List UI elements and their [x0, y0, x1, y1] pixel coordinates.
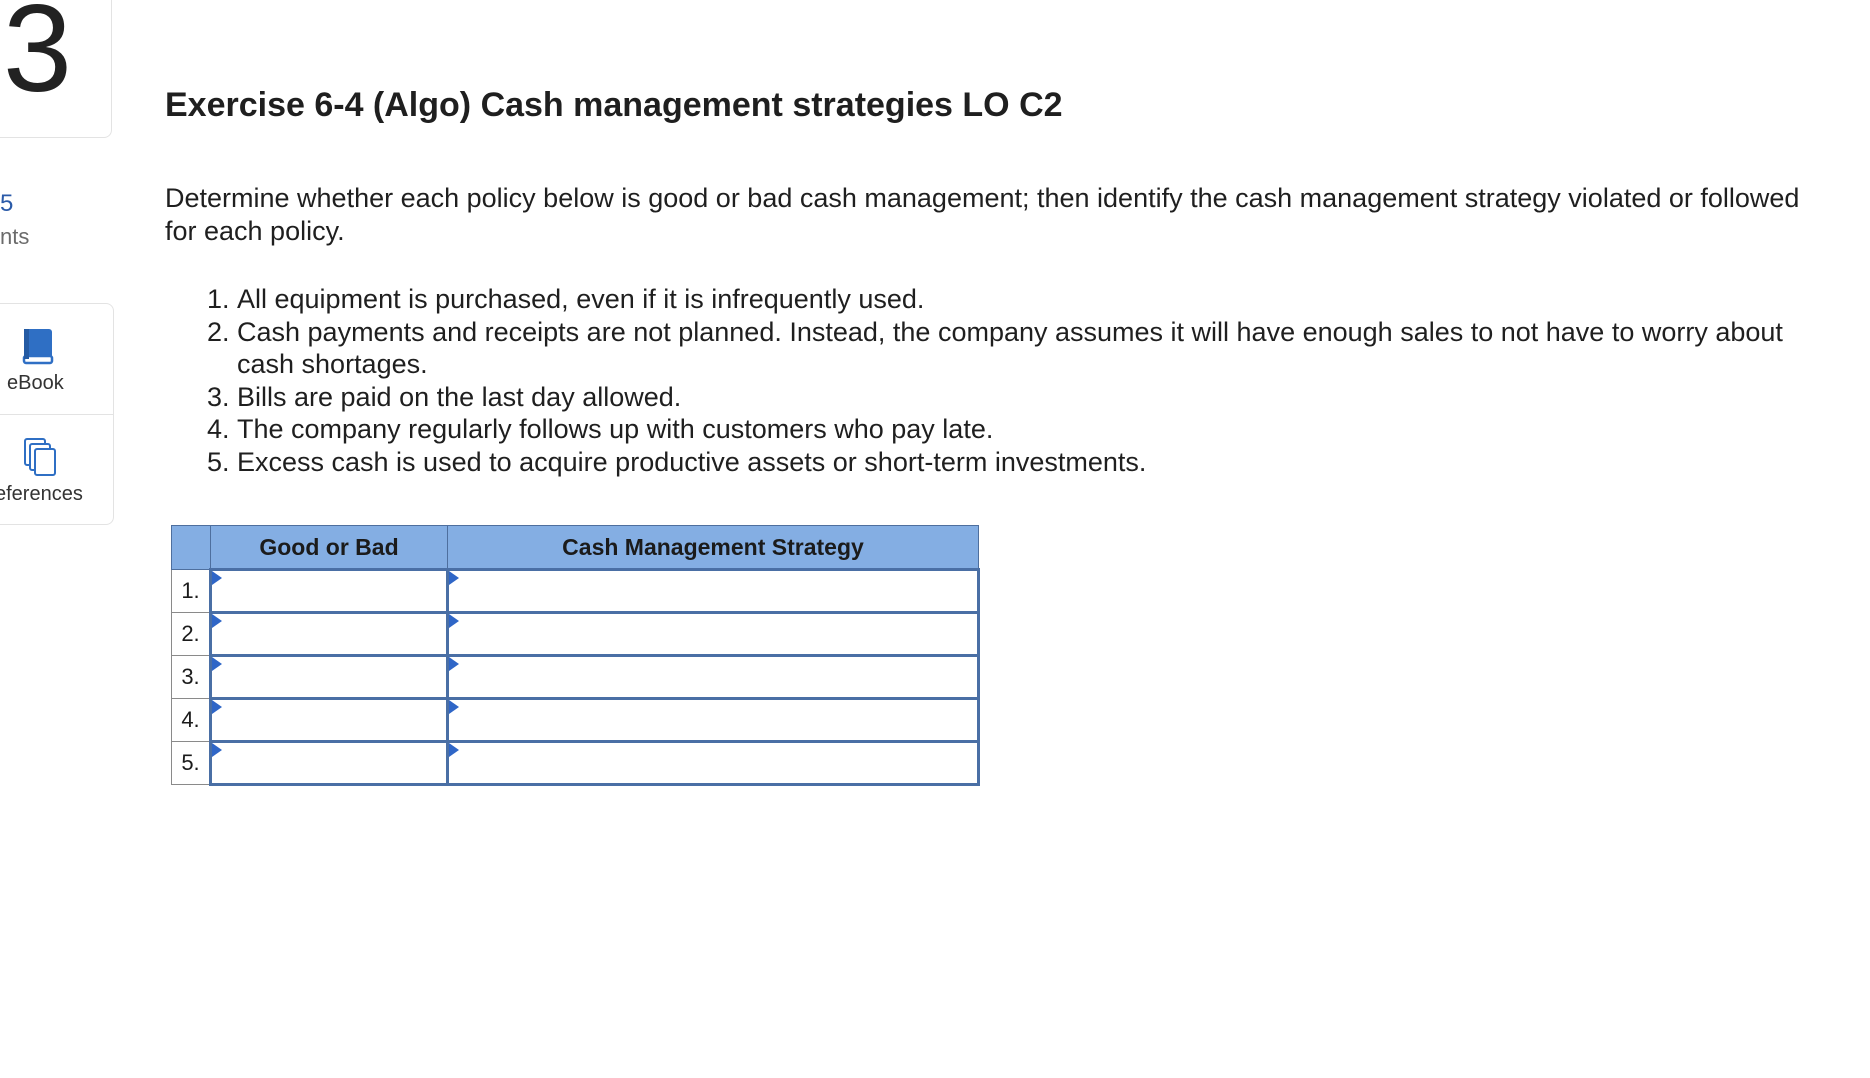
header-good-or-bad: Good or Bad [210, 525, 448, 570]
dropdown-marker-icon [449, 657, 459, 671]
strategy-dropdown[interactable] [446, 611, 980, 657]
table-row: 4. [171, 697, 980, 743]
row-number: 1. [171, 569, 211, 613]
table-corner-cell [171, 525, 211, 570]
references-label: eferences [0, 483, 83, 505]
dropdown-marker-icon [212, 700, 222, 714]
policy-text: All equipment is purchased, even if it i… [237, 284, 925, 314]
book-icon [22, 329, 54, 365]
exercise-title: Exercise 6-4 (Algo) Cash management stra… [165, 86, 1063, 124]
page: 3 5 nts eBook eferences Exercise 6-4 (Al… [0, 0, 1870, 1078]
policy-number: 2. [207, 316, 230, 347]
references-button[interactable]: eferences [0, 415, 113, 525]
instructions-text: Determine whether each policy below is g… [165, 183, 1800, 246]
policy-number: 3. [207, 381, 230, 412]
header-cash-management-strategy: Cash Management Strategy [447, 525, 979, 570]
ebook-label: eBook [7, 372, 64, 394]
good-or-bad-dropdown[interactable] [209, 611, 449, 657]
points-label: nts [0, 224, 30, 249]
tools-panel: eBook eferences [0, 303, 114, 525]
answer-table: Good or Bad Cash Management Strategy 1. … [171, 525, 980, 786]
policy-text: The company regularly follows up with cu… [237, 414, 994, 444]
policy-list: 1. All equipment is purchased, even if it… [207, 283, 1807, 478]
policy-text: Excess cash is used to acquire productiv… [237, 446, 1147, 477]
strategy-dropdown[interactable] [446, 740, 980, 786]
dropdown-marker-icon [212, 571, 222, 585]
ebook-button[interactable]: eBook [0, 304, 113, 415]
good-or-bad-dropdown[interactable] [209, 697, 449, 743]
dropdown-marker-icon [212, 657, 222, 671]
dropdown-marker-icon [449, 700, 459, 714]
question-number: 3 [3, 0, 72, 118]
points-value: 5 [0, 190, 14, 217]
table-row: 3. [171, 654, 980, 700]
dropdown-marker-icon [212, 614, 222, 628]
policy-text: Cash payments and receipts are not plann… [237, 316, 1783, 380]
policy-item: 1. All equipment is purchased, even if it… [207, 283, 1807, 316]
good-or-bad-dropdown[interactable] [209, 654, 449, 700]
copy-pages-icon [24, 438, 56, 476]
policy-number: 5. [207, 446, 230, 477]
policy-item: 5. Excess cash is used to acquire product… [207, 446, 1807, 479]
dropdown-marker-icon [449, 614, 459, 628]
table-row: 5. [171, 740, 980, 786]
strategy-dropdown[interactable] [446, 654, 980, 700]
row-number: 2. [171, 612, 211, 656]
strategy-dropdown[interactable] [446, 568, 980, 614]
good-or-bad-dropdown[interactable] [209, 568, 449, 614]
policy-text: Bills are paid on the last day allowed. [237, 381, 682, 412]
row-number: 4. [171, 698, 211, 742]
table-row: 2. [171, 611, 980, 657]
table-header-row: Good or Bad Cash Management Strategy [171, 525, 979, 570]
dropdown-marker-icon [212, 743, 222, 757]
good-or-bad-dropdown[interactable] [209, 740, 449, 786]
policy-item: 2. Cash payments and receipts are not pla… [207, 316, 1807, 381]
row-number: 3. [171, 655, 211, 699]
dropdown-marker-icon [449, 743, 459, 757]
table-row: 1. [171, 568, 980, 614]
question-number-box: 3 [0, 0, 112, 138]
row-number: 5. [171, 741, 211, 785]
strategy-dropdown[interactable] [446, 697, 980, 743]
policy-number: 4. [207, 414, 230, 444]
policy-item: 4. The company regularly follows up with … [207, 413, 1807, 446]
dropdown-marker-icon [449, 571, 459, 585]
policy-number: 1. [207, 284, 230, 314]
policy-item: 3. Bills are paid on the last day allowed… [207, 381, 1807, 414]
